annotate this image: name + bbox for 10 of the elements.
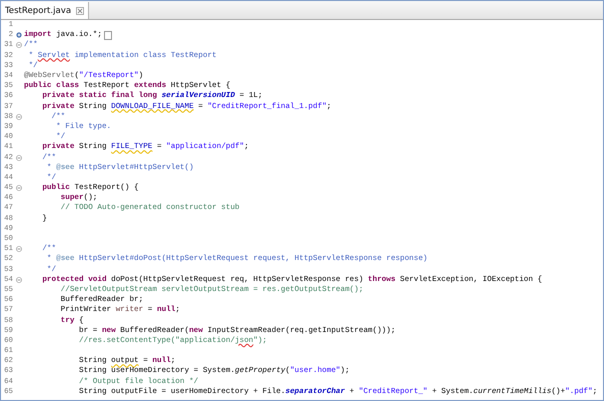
collapse-icon[interactable] (16, 185, 22, 192)
collapse-icon[interactable] (16, 154, 22, 161)
folded-code-icon[interactable] (104, 30, 112, 40)
editor-tab[interactable]: TestReport.java (1, 2, 90, 19)
expand-icon[interactable] (16, 32, 22, 38)
collapse-icon[interactable] (16, 246, 22, 252)
close-icon[interactable] (76, 6, 84, 14)
collapse-icon[interactable] (16, 276, 22, 283)
collapse-icon[interactable] (16, 42, 22, 48)
collapse-icon[interactable] (16, 114, 22, 120)
